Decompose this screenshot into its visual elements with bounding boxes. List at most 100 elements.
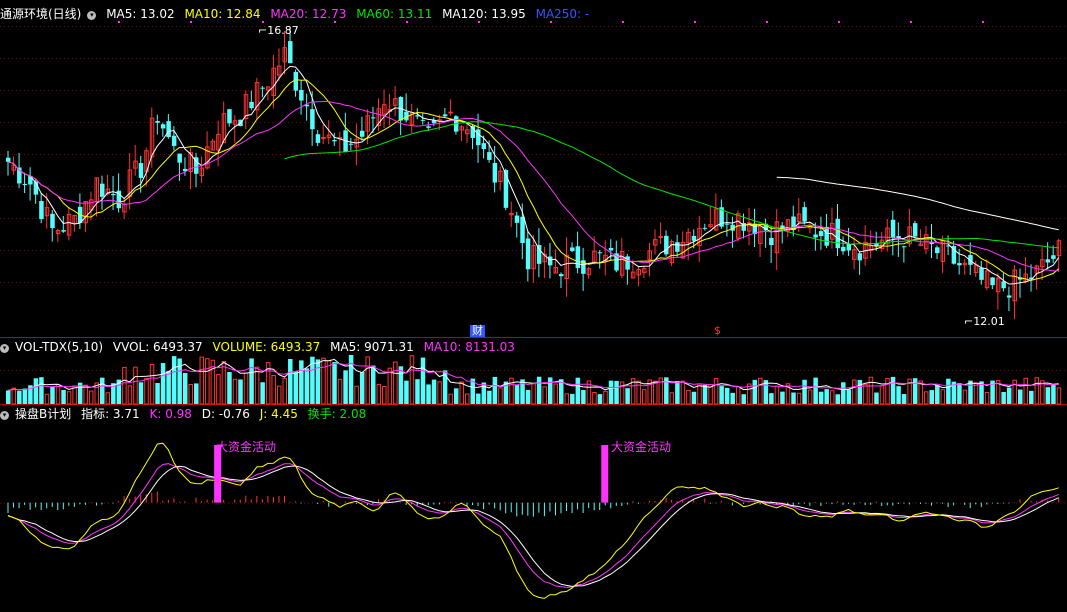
candle-body-down xyxy=(912,223,918,237)
candle-body-down xyxy=(442,114,448,117)
settings-circle-icon[interactable]: ▾ xyxy=(87,11,97,20)
volume-bar-down xyxy=(22,388,28,404)
volume-bar-down xyxy=(415,379,420,404)
financial-report-flag[interactable]: 财 xyxy=(470,325,485,337)
candle-body-down xyxy=(724,223,730,225)
volume-bar-up xyxy=(697,383,702,405)
indicator-panel-header: ▾ 操盘B计划 指标: 3.71 K: 0.98 D: -0.76 J: 4.45… xyxy=(0,406,372,422)
volume-bar-down xyxy=(724,387,730,404)
candle-body-down xyxy=(841,246,846,252)
volume-bar-up xyxy=(437,381,442,405)
volume-bar-down xyxy=(802,379,807,404)
volume-bar-up xyxy=(653,380,658,405)
candle-body-down xyxy=(935,247,940,254)
candle-body-down xyxy=(846,243,852,251)
volume-bar-down xyxy=(841,382,846,404)
volume-bar-down xyxy=(171,356,177,404)
ma60-line xyxy=(284,121,1059,249)
volume-bar-down xyxy=(968,380,973,404)
event-dot xyxy=(838,21,840,23)
volume-bar-up xyxy=(1056,387,1062,405)
volume-bar-up xyxy=(885,377,890,405)
ma5-label: MA5: 13.02 xyxy=(106,7,175,21)
volume-bar-up xyxy=(962,389,968,405)
volume-bar-up xyxy=(863,383,868,405)
volume-bar-down xyxy=(343,370,348,404)
volume-bar-down xyxy=(1029,390,1034,404)
candle-body-down xyxy=(22,184,28,186)
volume-bar-down xyxy=(155,382,160,404)
volume-bar-down xyxy=(525,389,531,404)
d-line xyxy=(7,465,1059,587)
volume-bar-down xyxy=(404,380,409,404)
volume-bar-up xyxy=(382,386,387,405)
volume-bar-up xyxy=(636,380,641,405)
low-price-label: ⌐12.01 xyxy=(964,315,1005,328)
capital-signal-marker xyxy=(601,445,609,503)
candle-body-down xyxy=(177,153,182,163)
volume-bar-up xyxy=(498,387,503,405)
dividend-flag[interactable]: $ xyxy=(712,325,723,337)
volume-bar-up xyxy=(199,356,205,405)
price-panel-header: 通源环境(日线) ▾ MA5: 13.02 MA10: 12.84 MA20: 1… xyxy=(0,6,595,22)
stock-chart-window: { "main": { "title": "通源环境(日线)", "ma": [… xyxy=(0,0,1067,612)
volume-bar-up xyxy=(686,390,691,405)
candle-body-down xyxy=(547,256,553,266)
volume-bar-down xyxy=(293,371,299,404)
volume-bar-down xyxy=(769,393,774,404)
volume-bar-down xyxy=(719,386,724,404)
stock-title: 通源环境(日线) xyxy=(0,7,82,21)
candle-body-up xyxy=(448,111,453,114)
volume-bar-down xyxy=(912,378,918,404)
volume-bar-up xyxy=(796,392,802,405)
volume-bar-down xyxy=(946,378,951,404)
volume-bar-up xyxy=(603,390,608,405)
settings-circle-icon[interactable]: ▾ xyxy=(0,411,9,420)
volume-bar-down xyxy=(1001,391,1006,404)
volume-bar-down xyxy=(100,377,105,404)
volume-bar-down xyxy=(514,384,520,404)
event-dot xyxy=(694,21,696,23)
volume-bar-down xyxy=(299,360,304,404)
ma120-line xyxy=(776,176,1059,231)
volume-bar-down xyxy=(160,363,166,404)
signal-label-1: 大资金活动 xyxy=(216,440,277,454)
volume-bar-up xyxy=(232,378,238,405)
candle-body-down xyxy=(293,71,299,91)
event-dot xyxy=(982,21,984,23)
volume-bar-down xyxy=(874,392,879,404)
volume-bar-down xyxy=(315,359,321,404)
volume-bar-up xyxy=(122,366,127,405)
candle-body-down xyxy=(525,238,531,270)
k-line xyxy=(7,463,1059,588)
vol-ma10-label: MA10: 8131.03 xyxy=(423,340,515,354)
j-value: J: 4.45 xyxy=(259,407,298,421)
volume-bar-down xyxy=(260,382,265,404)
volume-bar-down xyxy=(857,379,863,404)
candle-body-down xyxy=(100,183,105,197)
volume-bar-down xyxy=(249,358,254,404)
candle-body-down xyxy=(481,143,487,150)
volume-bar-up xyxy=(641,389,647,405)
ma20-label: MA20: 12.73 xyxy=(270,7,347,21)
volume-bar-down xyxy=(702,384,708,404)
volume-bar-down xyxy=(691,391,697,404)
volume-bar-down xyxy=(6,390,11,404)
candle-body-down xyxy=(426,126,431,128)
volume-bar-up xyxy=(542,386,547,405)
volume-bar-up xyxy=(464,393,470,405)
event-dot xyxy=(622,21,624,23)
candle-body-down xyxy=(171,135,177,146)
event-dot xyxy=(766,21,768,23)
candle-body-down xyxy=(492,162,498,183)
settings-circle-icon[interactable]: ▾ xyxy=(0,344,9,353)
candle-body-down xyxy=(514,215,520,223)
volume-bar-down xyxy=(835,394,840,404)
vvol-label: VVOL: 6493.37 xyxy=(112,340,203,354)
volume-bar-up xyxy=(271,375,276,405)
volume-bar-up xyxy=(188,384,193,405)
volume-bar-up xyxy=(448,393,453,405)
candle-body-down xyxy=(160,124,166,129)
candle-body-down xyxy=(249,101,254,109)
volume-bar-up xyxy=(758,377,763,405)
